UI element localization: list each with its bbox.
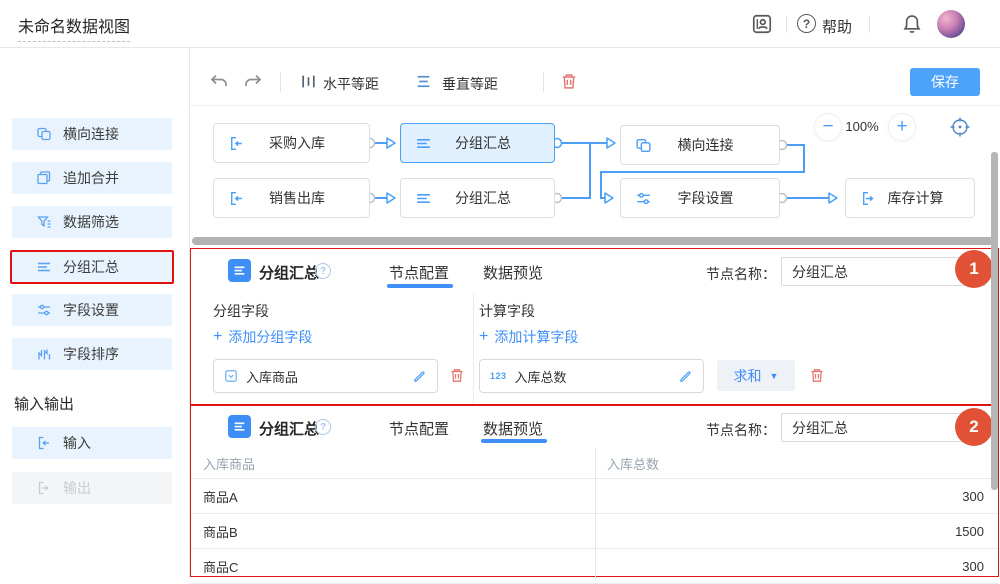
- append-icon: [36, 170, 52, 186]
- delete-calc-field-icon[interactable]: [809, 367, 825, 384]
- list-icon: [415, 135, 432, 152]
- sort-icon: [36, 346, 52, 362]
- table-cell: 商品A: [191, 479, 595, 513]
- node-horizontal-join[interactable]: 横向连接: [620, 125, 780, 165]
- select-type-icon: [224, 369, 238, 383]
- chevron-down-icon: ▼: [770, 371, 779, 381]
- column-header: 入库总数: [595, 448, 998, 478]
- node-purchase-inbound[interactable]: 采购入库: [213, 123, 370, 163]
- question-circle-icon[interactable]: ?: [315, 263, 331, 279]
- sliders-icon: [36, 302, 52, 318]
- tab-data-preview[interactable]: 数据预览: [483, 418, 543, 439]
- input-icon: [228, 135, 245, 152]
- list-icon: [36, 259, 52, 275]
- panel-data-preview: 分组汇总 ? 节点配置 数据预览 节点名称： 2 入库商品 入库总数 商品A 3…: [190, 405, 999, 577]
- aggregation-dropdown[interactable]: 求和 ▼: [717, 360, 795, 391]
- group-fields-title: 分组字段: [213, 301, 269, 321]
- sidebar-item-output: 输出: [12, 472, 172, 504]
- tab-node-config[interactable]: 节点配置: [389, 262, 449, 283]
- node-sales-outbound[interactable]: 销售出库: [213, 178, 370, 218]
- contact-card-icon[interactable]: [751, 13, 773, 35]
- divider: [595, 448, 596, 578]
- locate-crosshair-icon[interactable]: [949, 116, 971, 138]
- filter-icon: [36, 214, 52, 230]
- group-summary-icon: [228, 415, 251, 438]
- node-group-summary-1[interactable]: 分组汇总: [400, 123, 555, 163]
- help-button[interactable]: 帮助: [822, 16, 852, 37]
- panel-title: 分组汇总: [259, 418, 319, 439]
- active-tab-underline: [387, 284, 453, 288]
- question-circle-icon: ?: [797, 14, 816, 33]
- input-icon: [228, 190, 245, 207]
- number-type-icon: 123: [490, 371, 507, 381]
- column-header: 入库商品: [191, 448, 595, 478]
- node-inventory-calc[interactable]: 库存计算: [845, 178, 975, 218]
- output-icon: [860, 190, 877, 207]
- sidebar-item-field-sort[interactable]: 字段排序: [12, 338, 172, 370]
- sidebar-item-append-merge[interactable]: 追加合并: [12, 162, 172, 194]
- plus-icon: +: [213, 328, 222, 346]
- calc-fields-title: 计算字段: [479, 301, 535, 321]
- page-title[interactable]: 未命名数据视图: [18, 13, 130, 42]
- add-calc-field-button[interactable]: + 添加计算字段: [479, 327, 578, 347]
- edit-pencil-icon[interactable]: [412, 369, 427, 384]
- sliders-icon: [635, 190, 652, 207]
- zoom-in-button[interactable]: +: [888, 113, 916, 141]
- question-circle-icon[interactable]: ?: [315, 419, 331, 435]
- sidebar-item-input[interactable]: 输入: [12, 427, 172, 459]
- sidebar-item-data-filter[interactable]: 数据筛选: [12, 206, 172, 238]
- edit-pencil-icon[interactable]: [678, 369, 693, 384]
- flow-canvas[interactable]: 水平等距 垂直等距 保存: [190, 48, 1000, 248]
- node-field-settings[interactable]: 字段设置: [620, 178, 780, 218]
- topbar: 未命名数据视图 ? 帮助: [0, 0, 1000, 48]
- delete-group-field-icon[interactable]: [449, 367, 465, 384]
- annotation-badge-1: 1: [955, 250, 993, 288]
- zoom-level: 100%: [836, 119, 888, 134]
- input-icon: [36, 435, 52, 451]
- sidebar-item-group-summary[interactable]: 分组汇总: [10, 250, 174, 284]
- user-avatar[interactable]: [937, 10, 965, 38]
- output-icon: [36, 480, 52, 496]
- table-cell: 1500: [595, 514, 998, 548]
- panel-node-config: 分组汇总 ? 节点配置 数据预览 节点名称： 1 分组字段 + 添加分组字段 入…: [190, 248, 999, 405]
- table-cell: 商品B: [191, 514, 595, 548]
- add-group-field-button[interactable]: + 添加分组字段: [213, 327, 312, 347]
- bell-icon[interactable]: [901, 13, 923, 35]
- vertical-scrollbar[interactable]: [991, 152, 998, 490]
- join-icon: [36, 126, 52, 142]
- preview-table: 入库商品 入库总数 商品A 300 商品B 1500 商品C 300: [191, 448, 998, 576]
- horizontal-scrollbar[interactable]: [192, 237, 994, 245]
- table-cell: 300: [595, 479, 998, 513]
- sidebar: 数据处理 ? 横向连接 追加合并 数据筛选: [0, 48, 190, 578]
- tab-data-preview[interactable]: 数据预览: [483, 262, 543, 283]
- join-icon: [635, 137, 652, 154]
- active-tab-underline: [481, 439, 547, 443]
- group-summary-icon: [228, 259, 251, 282]
- sidebar-item-field-settings[interactable]: 字段设置: [12, 294, 172, 326]
- node-name-label: 节点名称：: [706, 420, 776, 440]
- panel-title: 分组汇总: [259, 262, 319, 283]
- divider: [869, 16, 870, 33]
- list-icon: [415, 190, 432, 207]
- calc-field-chip[interactable]: 123 入库总数: [479, 359, 704, 393]
- node-group-summary-2[interactable]: 分组汇总: [400, 178, 555, 218]
- section-title-input-output: 输入输出: [14, 393, 74, 414]
- plus-icon: +: [479, 328, 488, 346]
- field-name: 入库商品: [246, 367, 404, 386]
- node-name-label: 节点名称：: [706, 264, 776, 284]
- divider: [786, 16, 787, 33]
- sidebar-item-horizontal-join[interactable]: 横向连接: [12, 118, 172, 150]
- field-name: 入库总数: [515, 367, 670, 386]
- group-field-chip[interactable]: 入库商品: [213, 359, 438, 393]
- annotation-badge-2: 2: [955, 408, 993, 446]
- divider: [473, 293, 474, 404]
- tab-node-config[interactable]: 节点配置: [389, 418, 449, 439]
